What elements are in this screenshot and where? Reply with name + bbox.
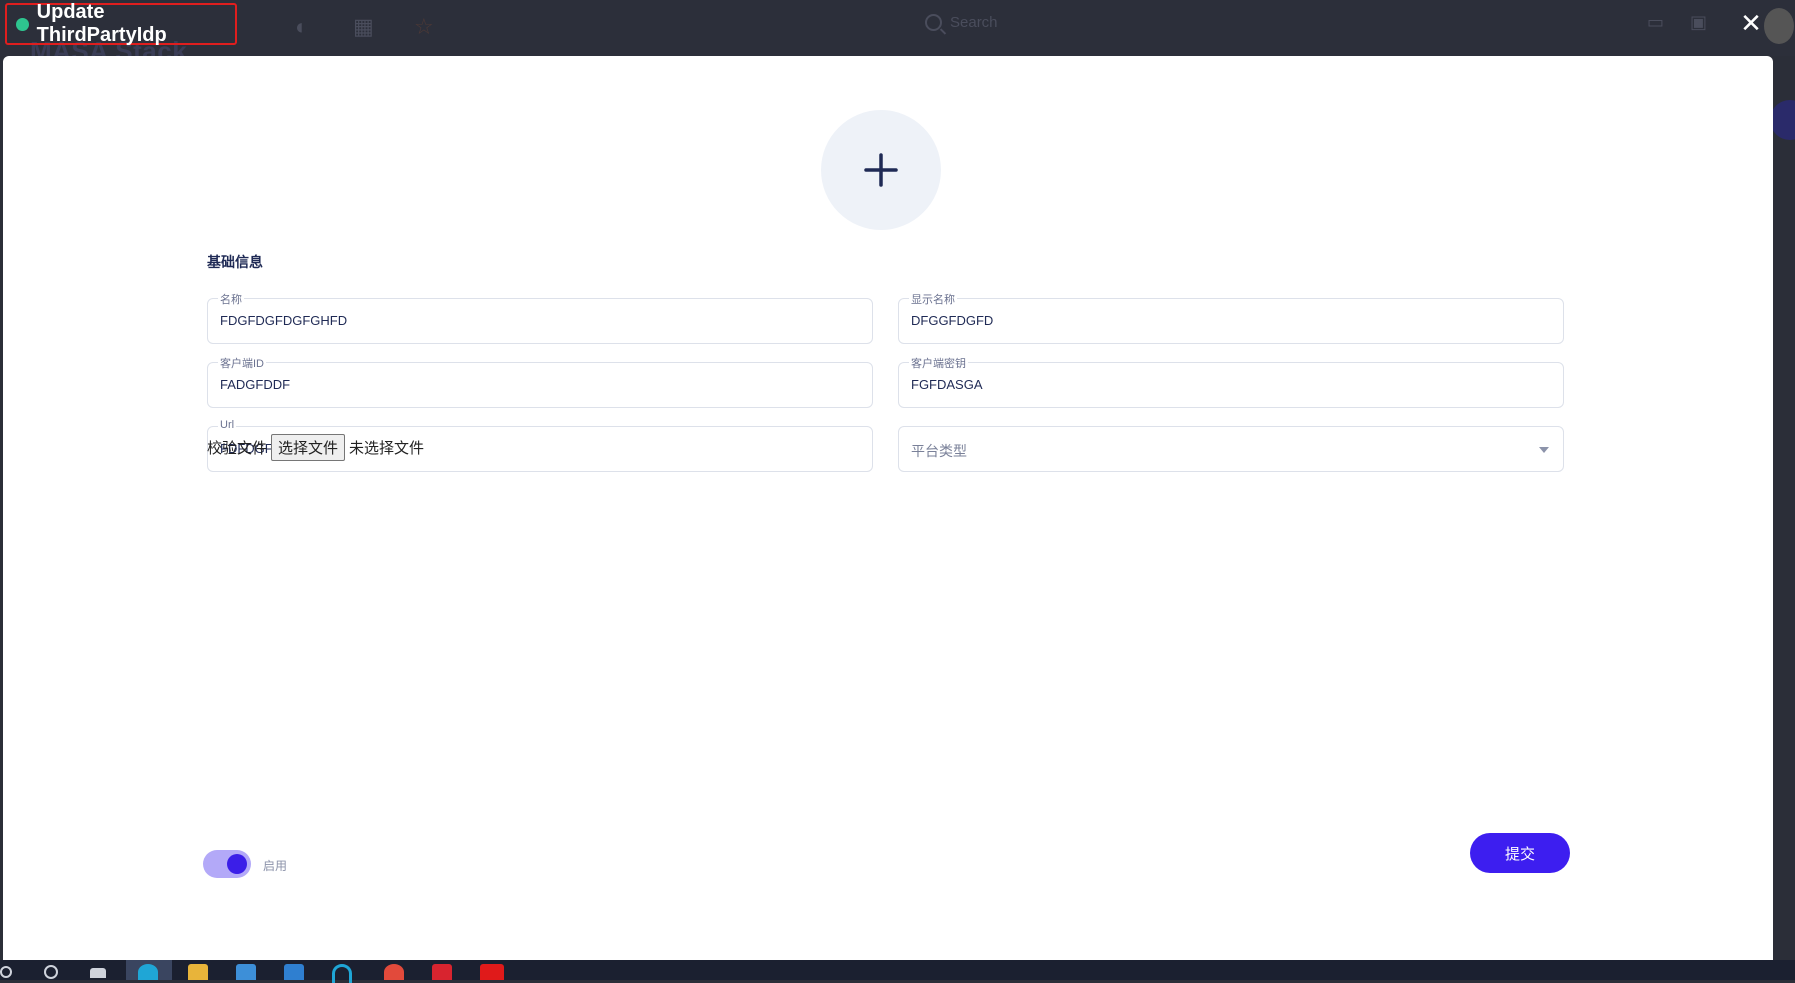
platform-type-select[interactable]: 平台类型 (898, 426, 1564, 472)
store-icon[interactable] (236, 964, 256, 980)
search-icon[interactable] (44, 965, 58, 979)
star-icon: ☆ (414, 14, 434, 39)
folder-icon[interactable] (188, 964, 208, 980)
chevron-down-icon[interactable] (1539, 447, 1549, 453)
taskbar (0, 960, 1795, 983)
dialog-body: 基础信息 名称 显示名称 客户端ID 客户端密钥 Url 平台类型 校验文件 选… (3, 56, 1773, 960)
choose-file-button[interactable]: 选择文件 (271, 434, 346, 461)
edge-icon[interactable] (138, 964, 158, 980)
background-topbar (0, 0, 1795, 56)
client-id-label: 客户端ID (218, 355, 266, 371)
browser-icon[interactable] (332, 964, 352, 983)
search-icon (925, 14, 942, 31)
task-view-icon[interactable] (90, 968, 106, 978)
verify-file-label: 校验文件 (207, 440, 268, 457)
platform-type-placeholder: 平台类型 (911, 443, 967, 459)
client-id-field[interactable]: 客户端ID (207, 355, 873, 408)
verify-file-row: 校验文件 选择文件 未选择文件 (207, 434, 424, 461)
background-search: Search (925, 14, 998, 31)
background-floating-button (1770, 100, 1795, 140)
message-icon: ▭ (1647, 12, 1665, 32)
section-title-basic-info: 基础信息 (207, 254, 263, 270)
status-dot (16, 17, 29, 31)
enable-label: 启用 (263, 859, 288, 873)
chrome-icon[interactable] (384, 964, 404, 980)
avatar-upload-button[interactable] (821, 110, 941, 230)
background-search-placeholder: Search (950, 14, 998, 31)
client-id-input[interactable] (220, 377, 840, 392)
close-icon[interactable]: ✕ (1738, 10, 1764, 36)
translate-icon: ▣ (1690, 12, 1708, 32)
user-avatar (1764, 8, 1794, 44)
mail-icon[interactable] (284, 964, 304, 980)
start-icon[interactable] (0, 966, 12, 978)
client-secret-field[interactable]: 客户端密钥 (898, 355, 1564, 408)
name-input[interactable] (220, 313, 840, 328)
url-label: Url (218, 419, 237, 431)
dialog-header: Update ThirdPartyIdp (5, 1, 237, 46)
plus-icon (864, 153, 898, 187)
toggle-knob (227, 854, 247, 874)
calendar-icon: ▦ (353, 14, 374, 39)
display-name-label: 显示名称 (909, 291, 957, 307)
display-name-field[interactable]: 显示名称 (898, 291, 1564, 344)
name-label: 名称 (218, 291, 244, 307)
dialog-title: Update ThirdPartyIdp (36, 1, 167, 46)
shield-icon: ◐ (295, 14, 309, 39)
enable-toggle[interactable] (203, 850, 251, 878)
wps-icon[interactable] (432, 964, 452, 980)
display-name-input[interactable] (911, 313, 1531, 328)
name-field[interactable]: 名称 (207, 291, 873, 344)
client-secret-input[interactable] (911, 377, 1531, 392)
client-secret-label: 客户端密钥 (909, 355, 968, 371)
app-icon[interactable] (480, 964, 504, 980)
submit-button[interactable]: 提交 (1470, 833, 1570, 873)
file-status-text: 未选择文件 (349, 440, 425, 457)
